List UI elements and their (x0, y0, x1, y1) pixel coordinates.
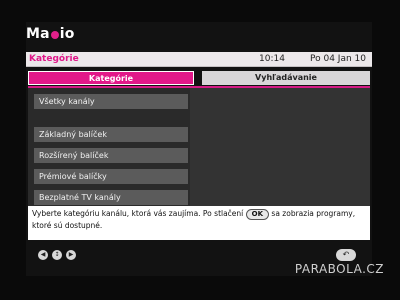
page-title: Kategórie (29, 54, 79, 64)
info-help-text: Vyberte kategóriu kanálu, ktorá vás zauj… (28, 206, 370, 240)
category-item-basic-package[interactable]: Základný balíček (34, 127, 188, 142)
watermark-text: PARABOLA.CZ (294, 262, 384, 276)
right-arrow-icon: ▶ (66, 250, 76, 260)
tab-categories[interactable]: Kategórie (28, 71, 194, 85)
left-arrow-icon: ◀ (38, 250, 48, 260)
category-item-free-tv-channels[interactable]: Bezplatné TV kanály (34, 190, 188, 205)
detail-panel (190, 88, 370, 206)
magio-logo: Ma io (26, 26, 75, 42)
current-date: Po 04 Jan 10 (310, 54, 366, 64)
info-text-before: Vyberte kategóriu kanálu, ktorá vás zauj… (32, 209, 244, 218)
back-icon: ↶ (336, 249, 356, 261)
logo-dot-icon (50, 31, 59, 39)
header-bar: Kategórie 10:14 Po 04 Jan 10 (26, 52, 372, 67)
clock-time: 10:14 (259, 54, 285, 64)
up-down-icon: ↕ (52, 250, 62, 260)
category-item-premium-packages[interactable]: Prémiové balíčky (34, 169, 188, 184)
tab-search[interactable]: Vyhľadávanie (202, 71, 370, 85)
category-item-extended-package[interactable]: Rozšírený balíček (34, 148, 188, 163)
ok-button-icon: OK (245, 209, 270, 220)
category-item-all-channels[interactable]: Všetky kanály (34, 94, 188, 109)
